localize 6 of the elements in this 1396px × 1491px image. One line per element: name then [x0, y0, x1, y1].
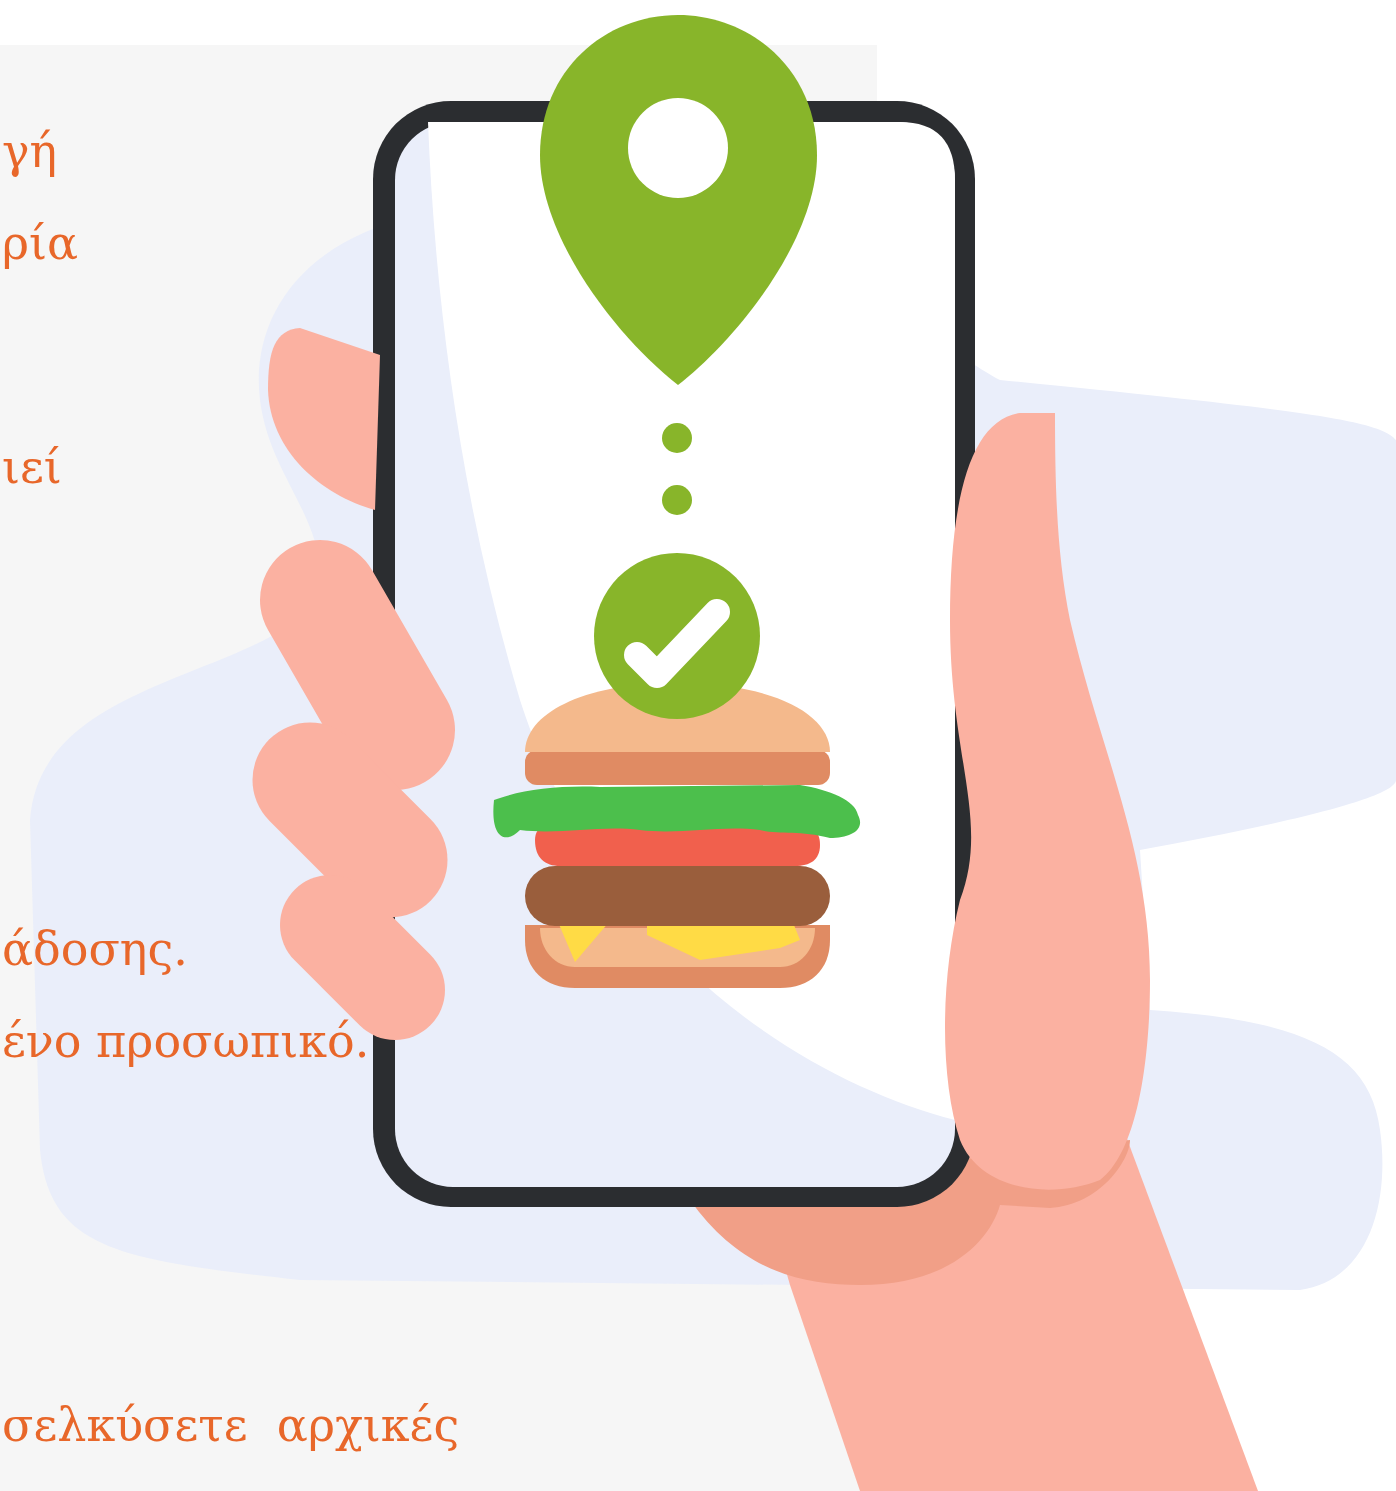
text-line: ιεί: [2, 439, 62, 496]
text-line: σελκύσετε αρχικές: [2, 1397, 460, 1454]
text-line: άδοσης.: [2, 921, 188, 978]
text-line: γή: [2, 123, 58, 180]
text-line: ρία: [2, 215, 79, 272]
text-line: ένο προσωπικό.: [2, 1013, 370, 1070]
